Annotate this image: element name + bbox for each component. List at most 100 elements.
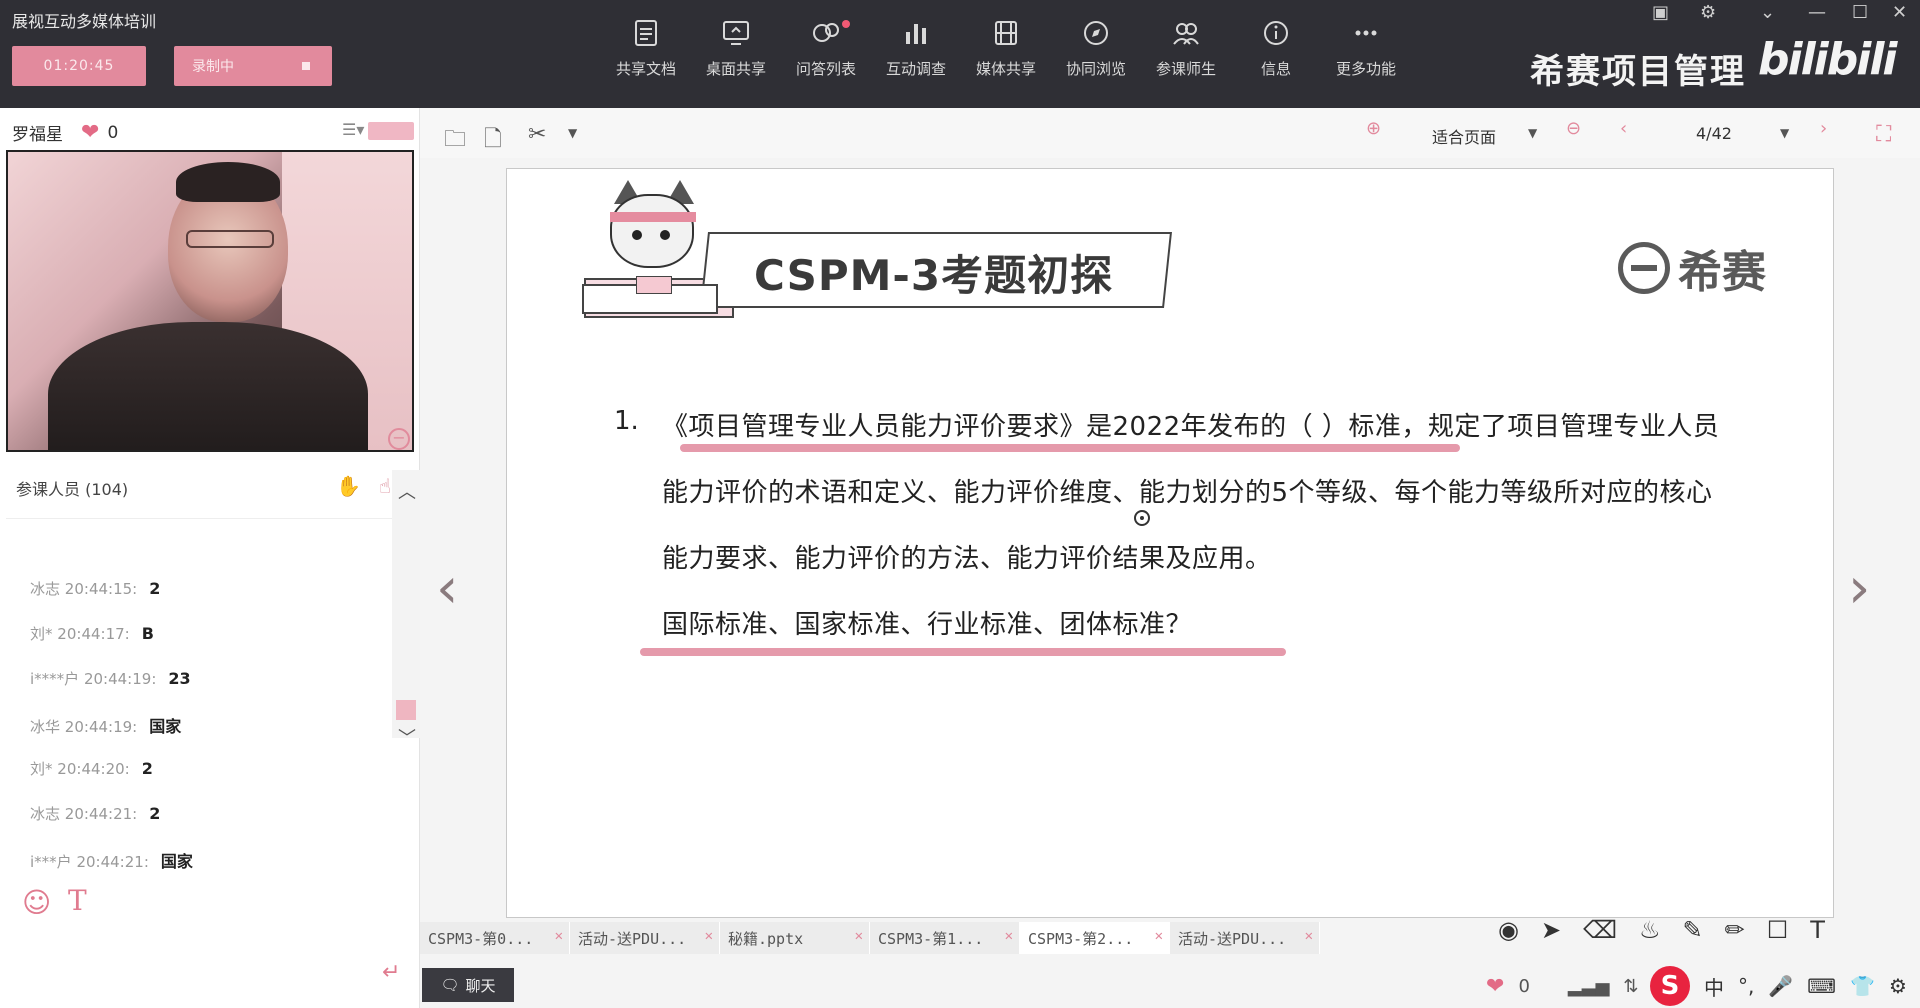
record-dot-icon[interactable]: ◉ [1498, 916, 1519, 944]
toolbar-label: 更多功能 [1335, 60, 1396, 78]
stop-icon [302, 62, 310, 70]
scissors-dropdown-icon[interactable]: ▼ [568, 126, 577, 140]
slide-next-arrow[interactable]: › [1848, 556, 1870, 621]
pointer-icon[interactable]: ➤ [1541, 916, 1561, 944]
emoji-icon[interactable]: ☺ [22, 886, 51, 919]
toolbar-media-share[interactable]: 媒体共享 [964, 18, 1048, 88]
list-menu-icon[interactable]: ☰▾ [342, 120, 364, 139]
skin-icon[interactable]: 👕 [1850, 974, 1875, 998]
sogou-ime-icon[interactable]: S [1650, 966, 1690, 1006]
top-bar: 展视互动多媒体培训 01:20:45 录制中 共享文档 桌面共享 问答列表 互动… [0, 0, 1920, 108]
toolbar-more[interactable]: 更多功能 [1324, 18, 1408, 88]
toolbar-label: 参课师生 [1155, 60, 1216, 78]
close-icon[interactable]: ✕ [1892, 2, 1907, 23]
rectangle-icon[interactable]: ☐ [1767, 916, 1789, 944]
teacher-video [6, 150, 414, 452]
zoom-in-icon[interactable]: ⊕ [1366, 118, 1381, 139]
heart-icon[interactable]: ❤ [1486, 974, 1504, 999]
participants-label[interactable]: 参课人员 (104) [16, 476, 128, 500]
compass-icon [1084, 21, 1108, 45]
close-tab-icon[interactable]: ✕ [855, 928, 863, 944]
toolbar-qa-list[interactable]: 问答列表 [784, 18, 868, 88]
toolbar-desktop-share[interactable]: 桌面共享 [694, 18, 778, 88]
clear-icon[interactable]: ♨ [1639, 916, 1661, 944]
doc-tab[interactable]: 秘籍.pptx ✕ [720, 922, 870, 954]
page-indicator[interactable]: 4/42 [1696, 124, 1732, 143]
question-line: 国际标准、国家标准、行业标准、团体标准？ [662, 610, 1193, 640]
close-tab-icon[interactable]: ✕ [1305, 928, 1313, 944]
close-tab-icon[interactable]: ✕ [1155, 928, 1163, 944]
toolbar-label: 桌面共享 [705, 60, 766, 78]
logo-text: 希赛 [1678, 247, 1766, 298]
doc-tab-active[interactable]: CSPM3-第2... ✕ [1020, 922, 1170, 954]
brand-title: 希赛项目管理 [1530, 52, 1746, 92]
like-counter[interactable]: ❤ 0 [81, 120, 118, 145]
chat-message: 冰志 20:44:21: 2 [30, 804, 161, 823]
text-tool-icon[interactable]: T [1810, 916, 1825, 944]
pen-icon[interactable]: ✏ [1725, 916, 1745, 944]
video-toggle[interactable] [368, 122, 414, 140]
info-icon [1264, 21, 1288, 45]
settings-icon[interactable]: ⚙ [1700, 2, 1716, 23]
film-icon [995, 21, 1017, 45]
new-file-icon[interactable]: 🗋 [484, 122, 502, 160]
fit-dropdown-icon[interactable]: ▼ [1528, 126, 1537, 140]
doc-tab[interactable]: CSPM3-第1... ✕ [870, 922, 1020, 954]
microphone-icon[interactable]: 🎤 [1768, 974, 1793, 998]
page-dropdown-icon[interactable]: ▼ [1780, 126, 1789, 140]
teacher-name: 罗福星 [12, 125, 63, 145]
document-toolbar: 🗀 🗋 ✂ ▼ ⊕ 适合页面 ▼ ⊖ ‹ 4/42 ▼ › ⛶ [420, 108, 1920, 158]
toolbar-attendees[interactable]: 参课师生 [1144, 18, 1228, 88]
highlight-underline [680, 444, 1460, 452]
text-format-icon[interactable]: T [68, 884, 87, 917]
chat-scrollbar[interactable] [392, 470, 420, 738]
prev-page-icon[interactable]: ‹ [1620, 118, 1627, 139]
toolbar-label: 问答列表 [795, 60, 856, 78]
fullscreen-icon[interactable]: ⛶ [1876, 122, 1891, 147]
scroll-down-icon[interactable]: ﹀ [398, 724, 416, 750]
document-tabs: CSPM3-第0... ✕ 活动-送PDU... ✕ 秘籍.pptx ✕ CSPM3-… [420, 922, 1320, 954]
fit-page-select[interactable]: 适合页面 [1432, 124, 1496, 148]
session-timer: 01:20:45 [12, 46, 146, 86]
eraser-icon[interactable]: ⌫ [1583, 916, 1617, 944]
minimize-icon[interactable]: — [1808, 2, 1826, 23]
toolbar-co-browse[interactable]: 协同浏览 [1054, 18, 1138, 88]
layout-icon[interactable]: ▣ [1652, 2, 1669, 23]
next-page-icon[interactable]: › [1820, 118, 1827, 139]
scroll-up-icon[interactable]: ︿ [398, 478, 416, 504]
desktop-icon [723, 21, 749, 45]
zoom-out-icon[interactable]: ⊖ [1566, 118, 1581, 139]
chat-bubble-icon: 🗨 [440, 976, 460, 994]
ime-language[interactable]: 中 [1704, 972, 1724, 1001]
tools-icon[interactable]: ⚙ [1889, 974, 1907, 998]
chat-tab[interactable]: 🗨 聊天 [422, 968, 514, 1002]
close-tab-icon[interactable]: ✕ [705, 928, 713, 944]
open-folder-icon[interactable]: 🗀 [444, 122, 466, 160]
send-icon[interactable]: ↵ [382, 960, 400, 985]
maximize-icon[interactable]: ☐ [1852, 2, 1868, 23]
collapse-icon[interactable]: ⌄ [1760, 2, 1775, 23]
toolbar-share-document[interactable]: 共享文档 [604, 18, 688, 88]
punctuation-icon[interactable]: °, [1738, 974, 1754, 998]
doc-tab[interactable]: 活动-送PDU... ✕ [570, 922, 720, 954]
left-panel: 罗福星 ❤ 0 ☰▾ 参课人员 (104) ✋☝ [0, 108, 420, 1008]
close-tab-icon[interactable]: ✕ [1005, 928, 1013, 944]
close-tab-icon[interactable]: ✕ [555, 928, 563, 944]
scroll-thumb[interactable] [396, 700, 416, 720]
signal-icon: ▂▃▅ [1567, 975, 1610, 997]
mute-icon[interactable]: ✋ [336, 474, 379, 498]
toolbar-info[interactable]: 信息 [1234, 18, 1318, 88]
chat-message: 刘* 20:44:20: 2 [30, 759, 153, 778]
chat-message: i***户 20:44:21: 国家 [30, 852, 193, 871]
scissors-icon[interactable]: ✂ [528, 122, 546, 147]
doc-tab[interactable]: CSPM3-第0... ✕ [420, 922, 570, 954]
slide-prev-arrow[interactable]: ‹ [436, 556, 458, 621]
collapse-chat-icon[interactable]: − [388, 428, 410, 450]
toolbar-survey[interactable]: 互动调查 [874, 18, 958, 88]
doc-tab[interactable]: 活动-送PDU... ✕ [1170, 922, 1320, 954]
keyboard-icon[interactable]: ⌨ [1807, 974, 1836, 998]
like-count: 0 [107, 122, 119, 143]
question-number: 1. [614, 406, 639, 436]
highlighter-icon[interactable]: ✎ [1683, 916, 1703, 944]
record-button[interactable]: 录制中 [174, 46, 332, 86]
